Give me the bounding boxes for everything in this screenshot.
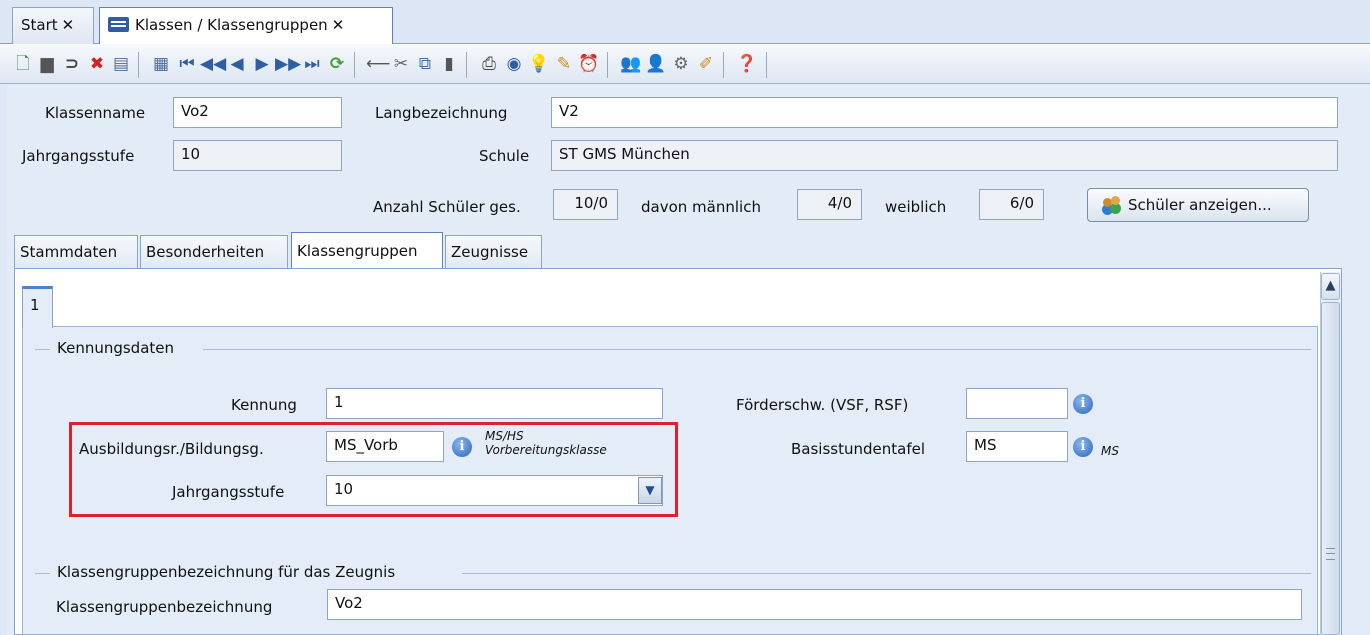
save-icon[interactable]: ▆ (36, 53, 58, 75)
basis-label: Basisstundentafel (791, 440, 925, 458)
clean-icon[interactable]: ✎ (553, 53, 575, 75)
next-icon[interactable]: ▶ (251, 53, 273, 75)
schule-field: ST GMS München (551, 140, 1338, 171)
alarm-icon[interactable]: ⏰ (578, 53, 600, 75)
edit-icon[interactable]: ✐ (695, 53, 717, 75)
toolbar-separator (354, 52, 355, 78)
langbezeichnung-label: Langbezeichnung (375, 104, 508, 122)
cut-icon[interactable]: ✂ (390, 53, 412, 75)
toolbar-separator (466, 52, 467, 78)
scroll-thumb[interactable] (1321, 302, 1340, 635)
klassengruppenbezeichnung-input[interactable]: Vo2 (327, 589, 1302, 620)
maennlich-field: 4/0 (797, 189, 862, 220)
tab-stammdaten[interactable]: Stammdaten (14, 235, 138, 268)
settings-icon[interactable]: ⚙ (670, 53, 692, 75)
delete-icon[interactable]: ✖ (86, 53, 108, 75)
user-icon[interactable]: 👤 (645, 53, 667, 75)
doc-tab-klassen[interactable]: Klassen / Klassengruppen ✕ (99, 7, 393, 45)
foerder-input[interactable] (966, 388, 1068, 419)
klassenname-input[interactable]: Vo2 (173, 97, 342, 128)
doc-tab-label: Start (21, 16, 58, 34)
window-icon (108, 17, 129, 32)
tab-besonderheiten[interactable]: Besonderheiten (140, 235, 288, 268)
prev-icon[interactable]: ◀ (226, 53, 248, 75)
basis-note: MS (1101, 444, 1119, 458)
tab-klassengruppen[interactable]: Klassengruppen (291, 232, 443, 269)
scroll-up-icon[interactable]: ▲ (1321, 273, 1340, 300)
schule-label: Schule (479, 147, 530, 165)
preview-icon[interactable]: ◉ (503, 53, 525, 75)
copy-icon[interactable]: ⧉ (414, 53, 436, 75)
grid-icon[interactable]: ▦ (150, 53, 172, 75)
zeugnis-group-title: Klassengruppenbezeichnung für das Zeugni… (57, 563, 396, 581)
weiblich-label: weiblich (885, 198, 947, 216)
basis-input[interactable]: MS (966, 431, 1068, 462)
toolbar-separator (607, 52, 608, 78)
group-divider (462, 573, 1311, 574)
info-icon[interactable]: i (1073, 394, 1093, 414)
close-icon[interactable]: ✕ (62, 16, 75, 34)
refresh-icon[interactable]: ⟳ (326, 53, 348, 75)
paste-icon[interactable]: ▮ (438, 53, 460, 75)
close-icon[interactable]: ✕ (332, 16, 345, 34)
info-icon[interactable]: i (1073, 437, 1093, 457)
kennungsdaten-title: Kennungsdaten (57, 339, 175, 357)
subtab-1[interactable]: 1 (22, 286, 53, 328)
klassenname-label: Klassenname (45, 104, 146, 122)
highlight-box (69, 422, 678, 517)
doc-tab-label: Klassen / Klassengruppen (135, 16, 328, 34)
jahrgangsstufe-field: 10 (173, 140, 342, 171)
maennlich-label: davon männlich (641, 198, 761, 216)
toolbar: 🗋 ▆ ⊃ ✖ ▤ ▦ ⏮ ◀◀ ◀ ▶ ▶▶ ⏭ ⟳ ⟵ ✂ ⧉ ▮ ⎙ ◉ … (0, 44, 1370, 84)
toolbar-separator (138, 52, 139, 78)
users-icon[interactable]: 👥 (620, 53, 642, 75)
scroll-grip-icon (1326, 548, 1335, 560)
print-icon[interactable]: ⎙ (478, 53, 500, 75)
last-icon[interactable]: ⏭ (301, 53, 323, 75)
doc-tab-start[interactable]: Start ✕ (12, 7, 94, 44)
group-divider (35, 573, 50, 574)
tips-icon[interactable]: 💡 (528, 53, 550, 75)
anzahl-field: 10/0 (553, 189, 618, 220)
anzahl-label: Anzahl Schüler ges. (373, 198, 521, 216)
tab-zeugnisse[interactable]: Zeugnisse (445, 235, 542, 268)
show-students-button[interactable]: Schüler anzeigen... (1087, 188, 1309, 222)
list-icon[interactable]: ▤ (110, 53, 132, 75)
next-page-icon[interactable]: ▶▶ (275, 53, 301, 75)
help-icon[interactable]: ❓ (736, 53, 758, 75)
toolbar-separator (723, 52, 724, 78)
group-divider (203, 349, 1311, 350)
first-icon[interactable]: ⏮ (176, 53, 198, 75)
weiblich-field: 6/0 (979, 189, 1044, 220)
jahrgangsstufe-label: Jahrgangsstufe (22, 147, 135, 165)
group-divider (35, 349, 50, 350)
foerder-label: Förderschw. (VSF, RSF) (736, 396, 909, 414)
kennung-input[interactable]: 1 (326, 388, 663, 419)
show-students-label: Schüler anzeigen... (1128, 196, 1272, 214)
prev-page-icon[interactable]: ◀◀ (200, 53, 226, 75)
kennung-label: Kennung (231, 396, 297, 414)
back-icon[interactable]: ⟵ (366, 53, 390, 75)
undo-icon[interactable]: ⊃ (61, 53, 83, 75)
langbezeichnung-input[interactable]: V2 (551, 97, 1338, 128)
document-tab-bar: Start ✕ Klassen / Klassengruppen ✕ (0, 0, 1370, 45)
toolbar-separator (766, 52, 767, 78)
students-icon (1102, 195, 1122, 213)
klassengruppenbezeichnung-label: Klassengruppenbezeichnung (56, 598, 273, 616)
new-icon[interactable]: 🗋 (12, 53, 34, 75)
